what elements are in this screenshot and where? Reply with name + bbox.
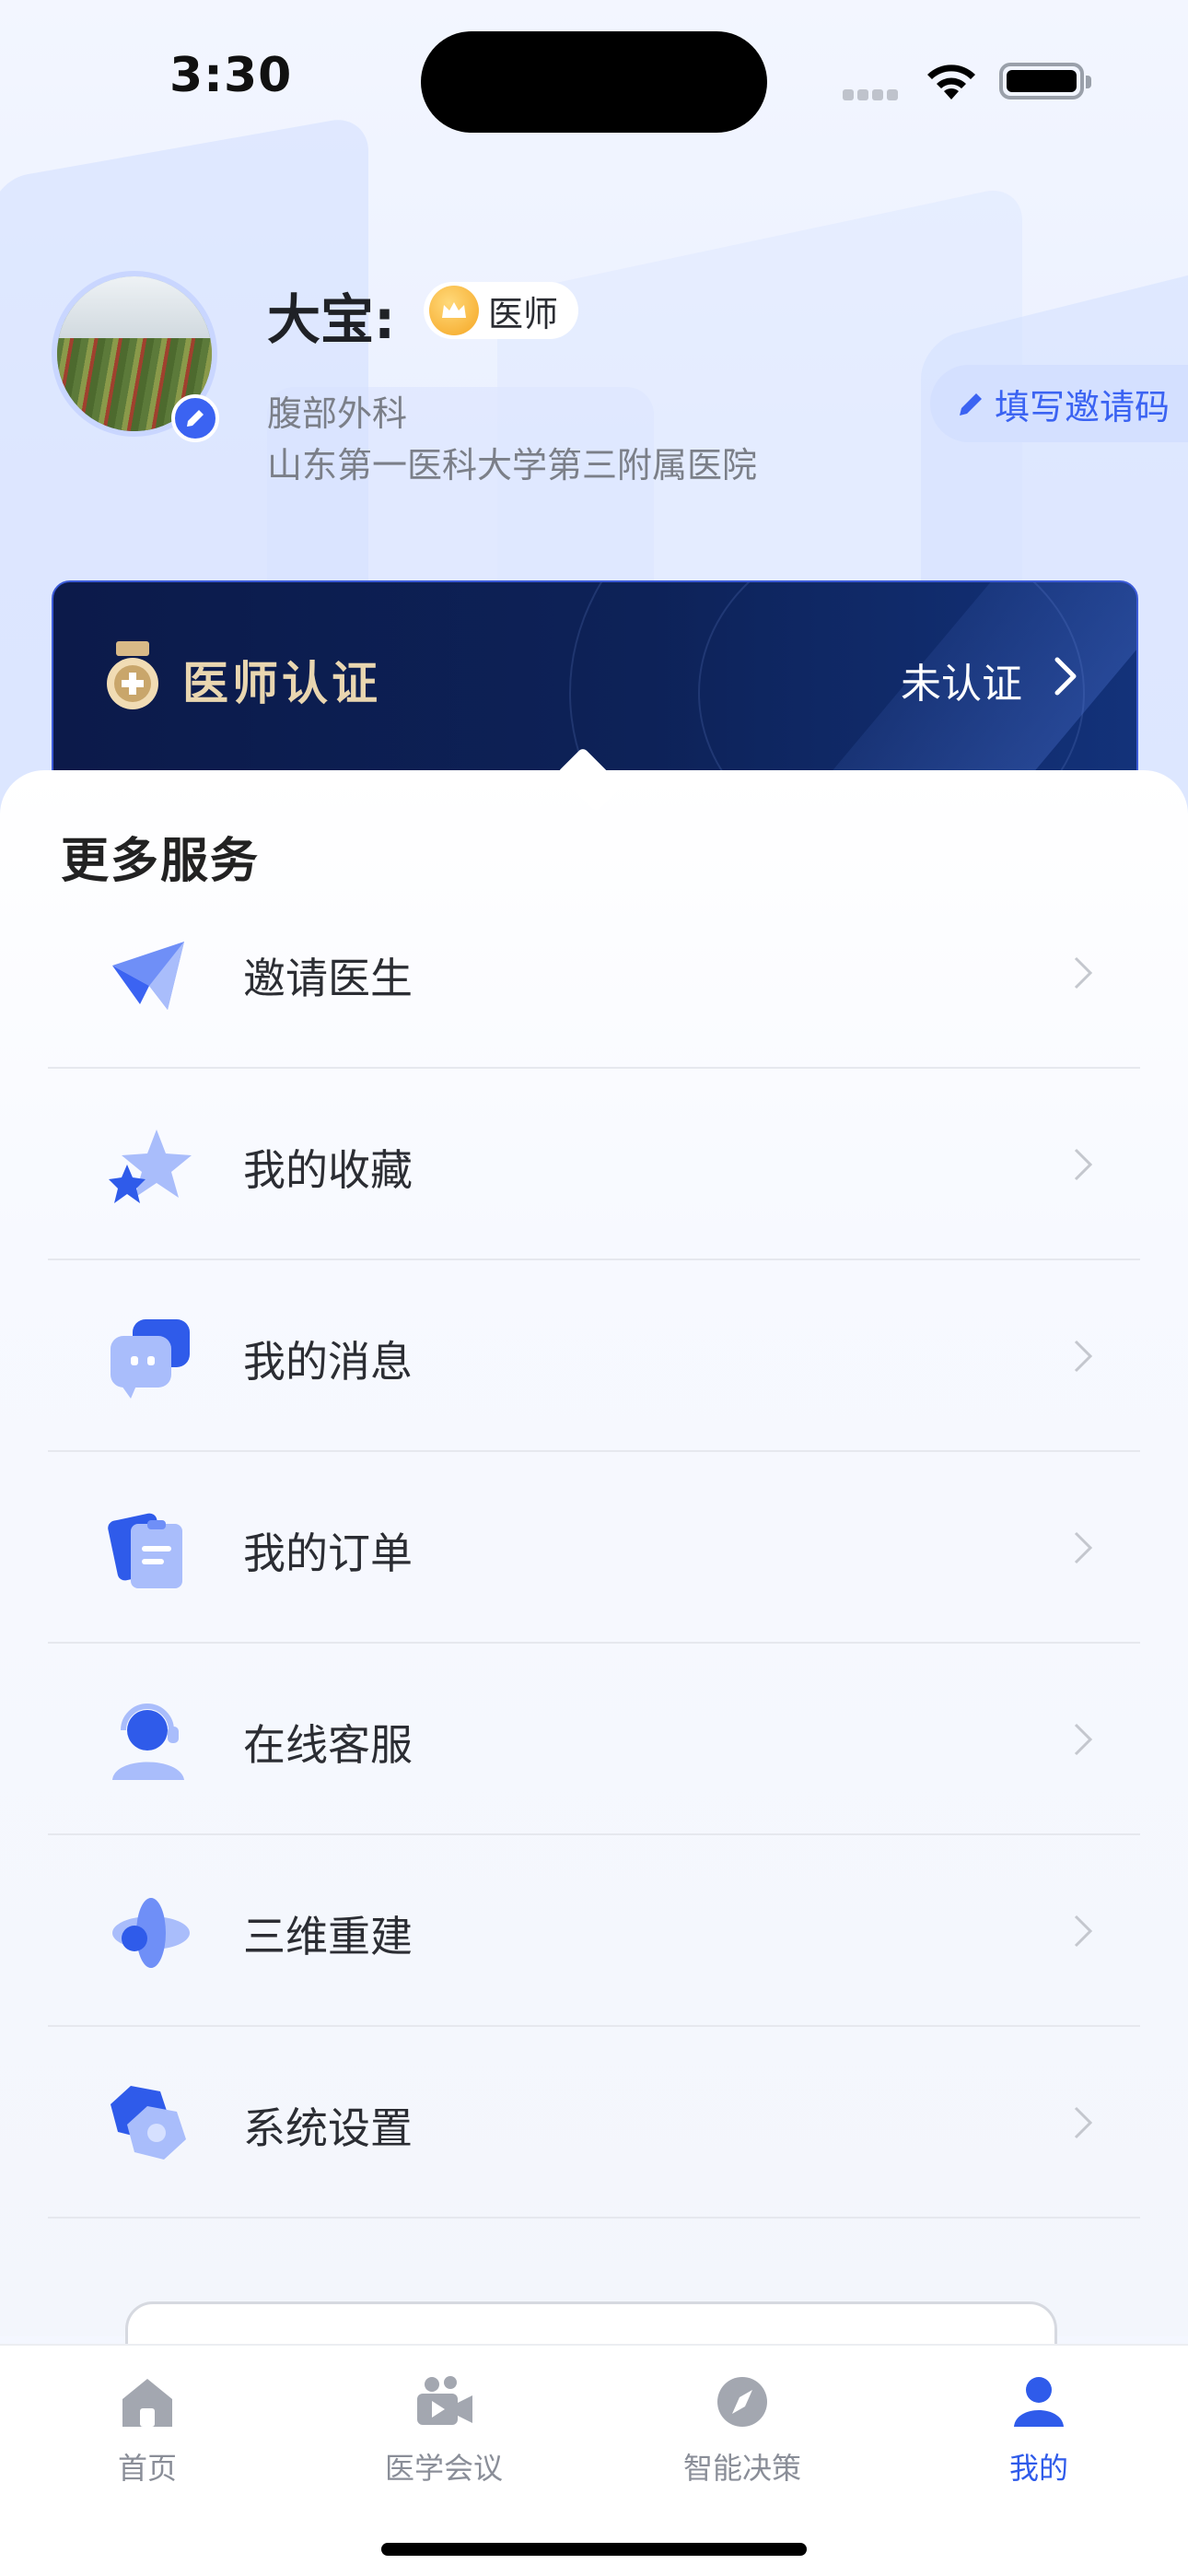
chat-bubble-icon: [111, 1319, 190, 1399]
clipboard-icon: [108, 1513, 182, 1588]
menu-item-label: 三维重建: [243, 1912, 413, 1961]
headset-agent-icon: [112, 1704, 184, 1780]
medal-icon: [107, 641, 158, 709]
menu-item-customer-service[interactable]: 在线客服: [48, 1644, 1140, 1835]
menu-item-system-settings[interactable]: 系统设置: [48, 2027, 1140, 2219]
3d-sphere-icon: [112, 1898, 190, 1968]
cellular-signal-icon: [843, 87, 907, 100]
invite-code-button[interactable]: 填写邀请码: [930, 365, 1188, 442]
tab-bar: 首页 医学会议 智能决策 我的: [0, 2344, 1188, 2576]
tab-mine[interactable]: 我的: [928, 2371, 1149, 2500]
menu-item-label: 我的消息: [243, 1337, 413, 1387]
status-bar: 3:30: [0, 0, 1188, 147]
menu-item-invite-doctor[interactable]: 邀请医生: [48, 877, 1140, 1069]
star-icon: [109, 1130, 192, 1203]
home-icon: [122, 2379, 172, 2427]
user-name: 大宝:: [267, 288, 396, 351]
battery-icon: [999, 63, 1091, 100]
hospital: 山东第一医科大学第三附属医院: [267, 445, 758, 486]
role-badge: 医师: [424, 282, 579, 339]
menu-item-label: 我的收藏: [243, 1145, 413, 1195]
dynamic-island: [421, 31, 767, 133]
home-indicator: [381, 2543, 807, 2556]
chevron-right-icon: [1074, 2106, 1093, 2139]
chevron-right-icon: [1054, 657, 1077, 696]
paper-plane-icon: [112, 942, 184, 1010]
tab-label: 我的: [1008, 2451, 1068, 2486]
department: 腹部外科: [267, 393, 408, 434]
tab-label: 首页: [117, 2451, 177, 2486]
edit-avatar-icon[interactable]: [171, 394, 219, 442]
hexagon-gear-icon: [111, 2086, 186, 2160]
status-time: 3:30: [169, 48, 293, 103]
crown-icon: [429, 286, 479, 335]
menu-item-label: 我的订单: [243, 1528, 413, 1578]
menu-item-messages[interactable]: 我的消息: [48, 1260, 1140, 1452]
chevron-right-icon: [1074, 956, 1093, 989]
menu-item-label: 系统设置: [243, 2103, 413, 2153]
tab-medical-conference[interactable]: 医学会议: [333, 2371, 554, 2500]
tab-home[interactable]: 首页: [37, 2371, 258, 2500]
chevron-right-icon: [1074, 1531, 1093, 1564]
menu-item-orders[interactable]: 我的订单: [48, 1452, 1140, 1644]
invite-code-label: 填写邀请码: [995, 386, 1171, 427]
tab-smart-decision[interactable]: 智能决策: [632, 2371, 853, 2500]
certification-title: 医师认证: [182, 657, 381, 710]
menu-item-label: 在线客服: [243, 1720, 413, 1770]
compass-icon: [717, 2377, 767, 2427]
chevron-right-icon: [1074, 1723, 1093, 1756]
video-camera-icon: [417, 2376, 472, 2425]
user-icon: [1014, 2377, 1064, 2427]
role-label: 医师: [488, 293, 559, 334]
menu-item-favorites[interactable]: 我的收藏: [48, 1069, 1140, 1260]
pencil-icon: [960, 393, 982, 416]
chevron-right-icon: [1074, 1340, 1093, 1373]
chevron-right-icon: [1074, 1148, 1093, 1181]
menu-item-3d-reconstruction[interactable]: 三维重建: [48, 1835, 1140, 2027]
tab-label: 医学会议: [384, 2451, 503, 2486]
wifi-icon: [927, 64, 975, 100]
tab-label: 智能决策: [682, 2451, 801, 2486]
chevron-right-icon: [1074, 1914, 1093, 1948]
menu-item-label: 邀请医生: [243, 954, 413, 1003]
certification-status: 未认证: [901, 661, 1022, 708]
